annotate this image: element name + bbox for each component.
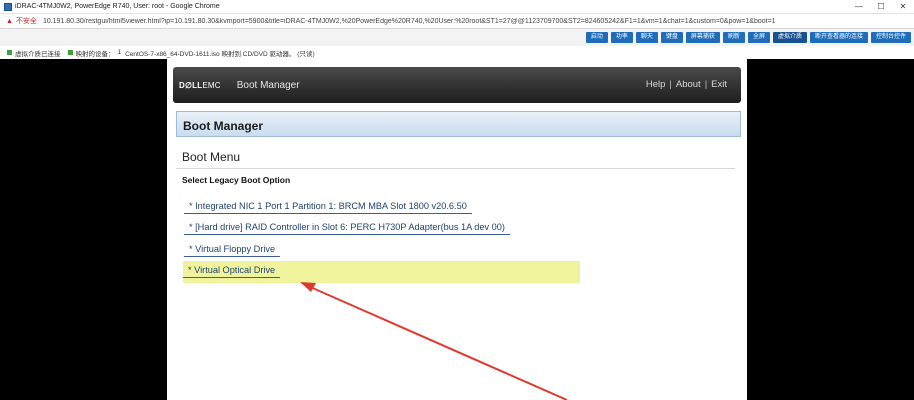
boot-button[interactable]: 启动 [585,32,608,43]
keyboard-button[interactable]: 键盘 [660,32,683,43]
mapped-device-description: CentOS-7-x86_64-DVD-1611.iso 映射到 CD/DVD … [125,50,315,58]
console-controls-button[interactable]: 控制台控件 [870,32,911,43]
annotation-arrow-icon [300,282,568,400]
virtual-media-status: 虚拟介质已连接 映射的设备： 1 CentOS-7-x86_64-DVD-161… [0,46,914,59]
address-bar[interactable]: ▲ 不安全 10.191.80.30/restgui/html5viewer.h… [0,14,914,29]
maximize-icon[interactable]: ☐ [870,0,892,13]
idrac-favicon-icon [4,2,12,11]
power-button[interactable]: 功率 [610,32,633,43]
remote-screen[interactable]: D∅LLEMC Boot Manager Help | About | Exit Boo… [167,59,747,400]
chat-button[interactable]: 聊天 [635,32,658,43]
connected-indicator-icon [7,50,12,55]
insecure-label[interactable]: 不安全 [16,16,37,26]
mapped-device-count: 1 [117,49,122,56]
url-text[interactable]: 10.191.80.30/restgui/html5viewer.html?ip… [43,18,863,25]
mapped-indicator-icon [67,50,73,55]
mapped-devices-label: 映射的设备： [75,50,115,58]
minimize-icon[interactable]: — [848,0,870,13]
refresh-button[interactable]: 刷新 [722,32,745,43]
disconnect-viewer-button[interactable]: 断开查看器的连接 [809,32,868,43]
window-title-bar: iDRAC-4TMJ0W2, PowerEdge R740, User: roo… [0,0,914,14]
media-connected-text: 虚拟介质已连接 [15,50,61,58]
kvm-console[interactable]: D∅LLEMC Boot Manager Help | About | Exit Boo… [0,59,914,400]
viewer-toolbar: 启动 功率 聊天 键盘 屏幕捕获 刷新 全屏 虚拟介质 断开查看器的连接 控制台… [0,29,914,46]
window-title: iDRAC-4TMJ0W2, PowerEdge R740, User: roo… [15,3,220,10]
fullscreen-button[interactable]: 全屏 [747,32,770,43]
close-icon[interactable]: ✕ [892,0,914,13]
screen-capture-button[interactable]: 屏幕捕获 [685,32,720,43]
warning-triangle-icon: ▲ [6,17,13,25]
window-controls: — ☐ ✕ [848,0,914,13]
virtual-media-button[interactable]: 虚拟介质 [772,32,807,43]
